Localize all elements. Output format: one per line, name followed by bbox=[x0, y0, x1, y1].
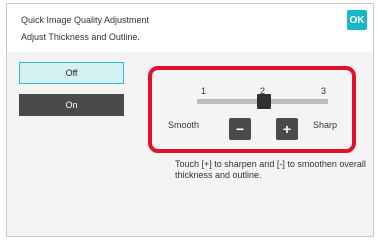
tick-label-1: 1 bbox=[201, 86, 207, 96]
off-option-button[interactable]: Off bbox=[19, 62, 124, 84]
plus-button[interactable]: + bbox=[276, 118, 298, 140]
sharp-label: Sharp bbox=[313, 120, 338, 130]
dialog-subtitle: Adjust Thickness and Outline. bbox=[21, 32, 140, 42]
header: Quick Image Quality Adjustment Adjust Th… bbox=[7, 4, 373, 52]
level-slider-knob[interactable] bbox=[257, 94, 271, 109]
smooth-label: Smooth bbox=[168, 120, 200, 130]
minus-button[interactable]: − bbox=[229, 118, 251, 140]
ok-button[interactable]: OK bbox=[347, 10, 367, 30]
tick-label-3: 3 bbox=[321, 86, 327, 96]
hint-text: Touch [+] to sharpen and [-] to smoothen… bbox=[175, 159, 366, 180]
adjuster-highlight-frame bbox=[148, 66, 356, 153]
dialog-title: Quick Image Quality Adjustment bbox=[21, 15, 150, 25]
on-option-button[interactable]: On bbox=[19, 94, 124, 116]
